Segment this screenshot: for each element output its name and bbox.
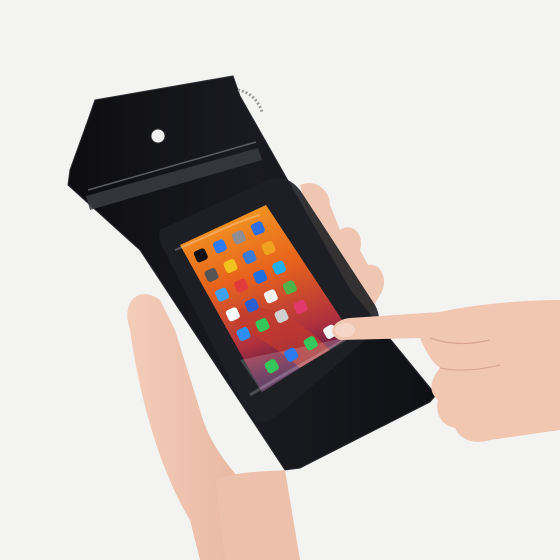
product-photo xyxy=(0,0,560,560)
left-wrist xyxy=(215,470,300,560)
fingertip xyxy=(335,323,355,337)
photo-canvas xyxy=(0,0,560,560)
hang-hole xyxy=(150,128,166,144)
